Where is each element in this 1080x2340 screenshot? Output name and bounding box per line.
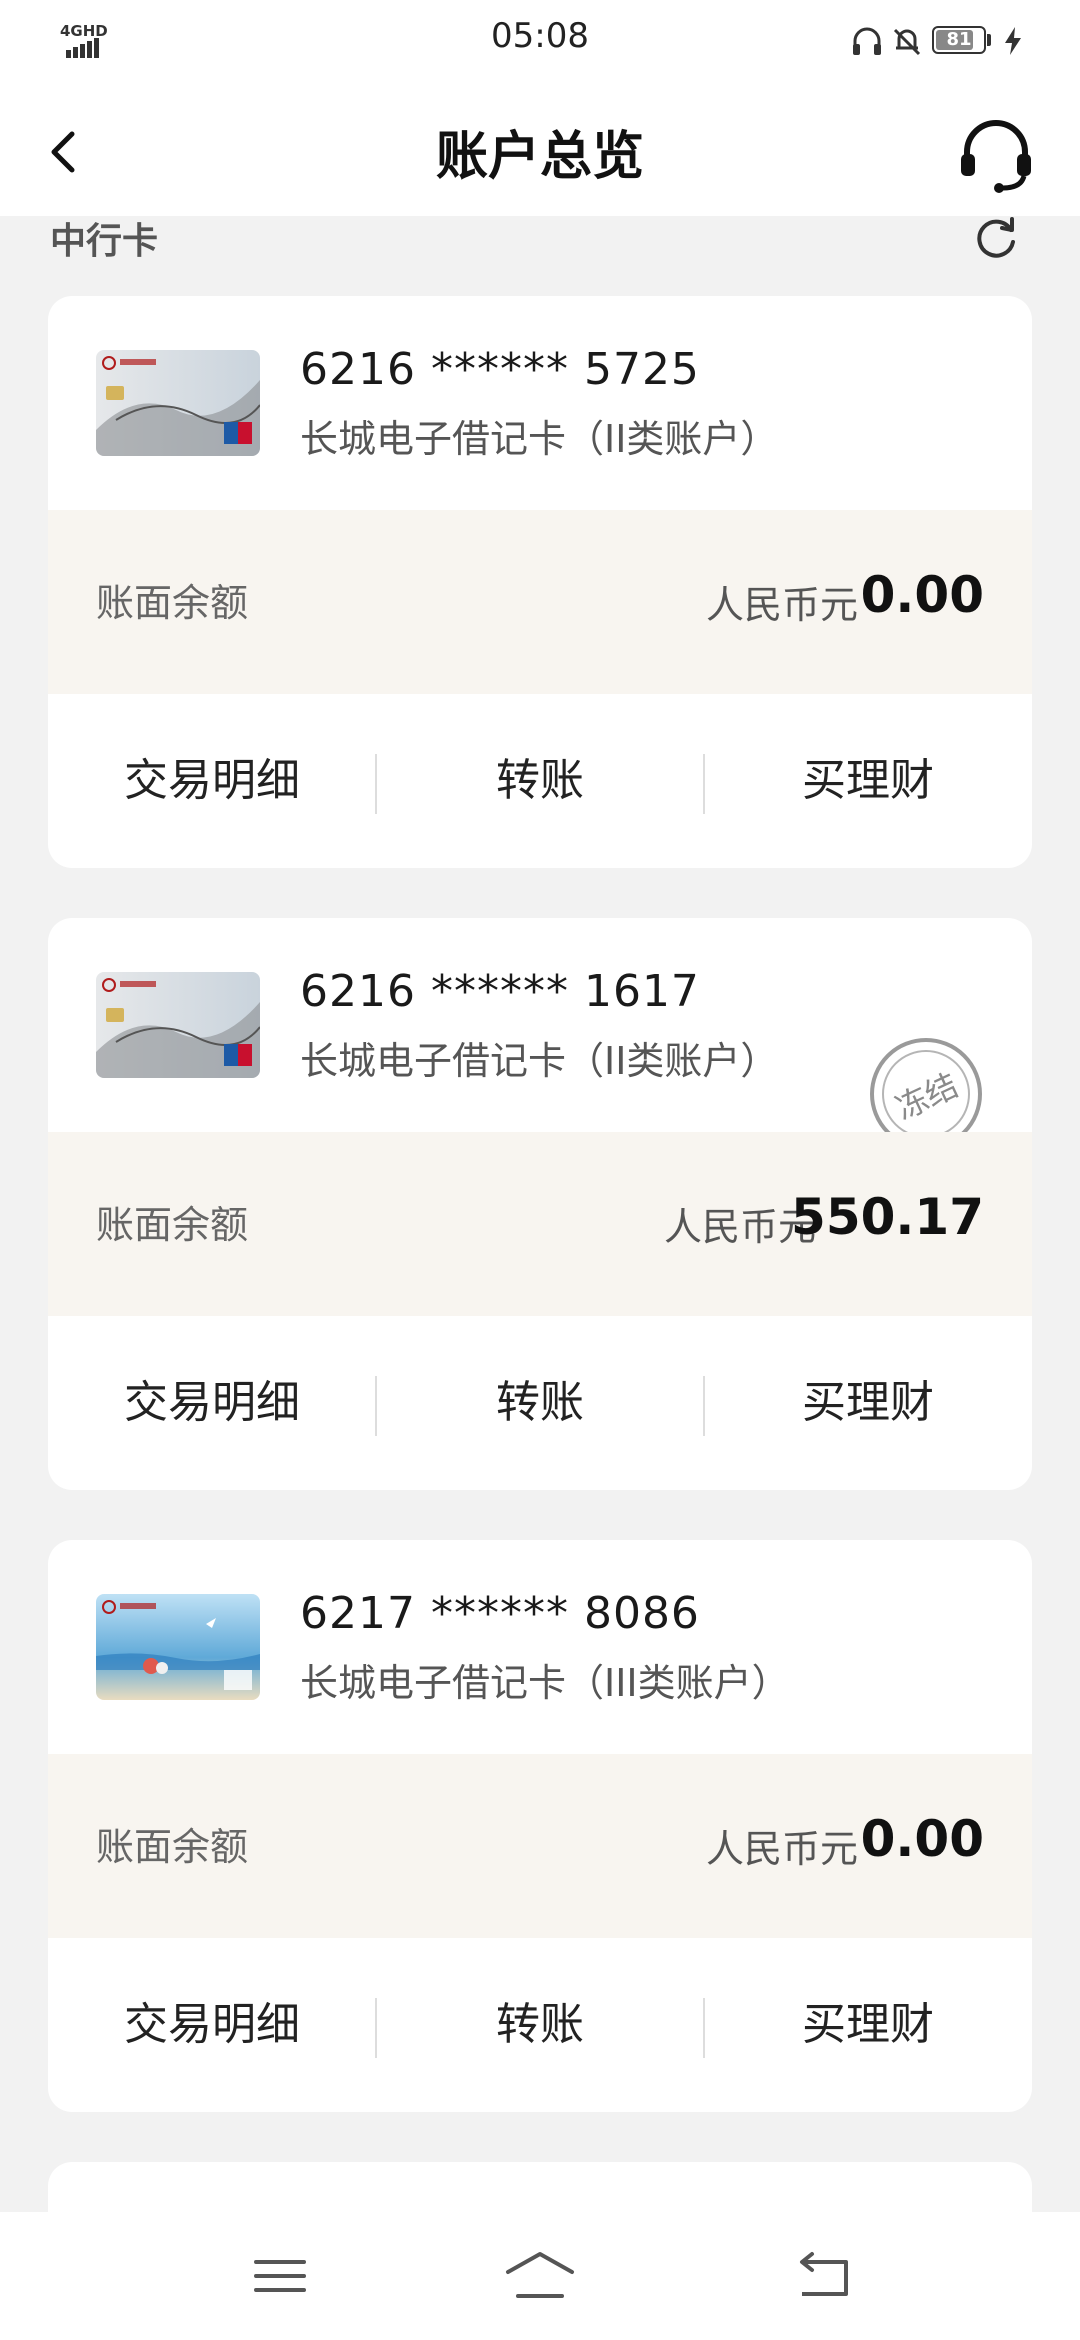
balance-row: 账面余额 人民币元 0.00 — [48, 1754, 1032, 1938]
card-image — [96, 1594, 260, 1700]
card-actions: 交易明细 转账 买理财 — [48, 694, 1032, 868]
transaction-details-button[interactable]: 交易明细 — [48, 694, 376, 868]
return-icon — [800, 2252, 848, 2296]
mute-bell-icon — [893, 28, 921, 56]
card-number: 6216 ****** 1617 — [300, 966, 700, 1017]
balance-label: 账面余额 — [96, 1203, 249, 1247]
menu-icon — [254, 2260, 306, 2292]
card-number: 6217 ****** 8086 — [300, 1588, 700, 1639]
balance-row: 账面余额 人民币元 0.00 — [48, 510, 1032, 694]
section-title: 中行卡 — [50, 221, 159, 262]
home-button[interactable] — [504, 2244, 576, 2308]
transfer-button[interactable]: 转账 — [376, 1938, 704, 2112]
card-image — [96, 972, 260, 1078]
charging-icon — [1005, 27, 1021, 55]
home-icon — [506, 2252, 574, 2298]
card-number: 6216 ****** 5725 — [300, 344, 700, 395]
balance-label: 账面余额 — [96, 581, 249, 625]
buy-wealth-button[interactable]: 买理财 — [704, 1316, 1032, 1490]
account-card[interactable]: 6216 ****** 1617 长城电子借记卡（II类账户） 冻结 账面余额 … — [48, 918, 1032, 1490]
currency-label: 人民币元 — [705, 1827, 858, 1871]
system-nav-bar — [0, 2212, 1080, 2340]
card-actions: 交易明细 转账 买理财 — [48, 1316, 1032, 1490]
status-bar: 4GHD 05:08 81 — [0, 0, 1080, 84]
transaction-details-button[interactable]: 交易明细 — [48, 1316, 376, 1490]
account-card[interactable]: 6217 ****** 8086 长城电子借记卡（III类账户） 账面余额 人民… — [48, 1540, 1032, 2112]
battery-icon: 81 — [932, 26, 986, 54]
headphones-icon — [853, 27, 881, 55]
battery-level: 81 — [946, 29, 972, 50]
menu-button[interactable] — [244, 2244, 316, 2308]
card-type: 长城电子借记卡（III类账户） — [300, 1661, 790, 1705]
buy-wealth-button[interactable]: 买理财 — [704, 694, 1032, 868]
card-actions: 交易明细 转账 买理财 — [48, 1938, 1032, 2112]
transaction-details-button[interactable]: 交易明细 — [48, 1938, 376, 2112]
headset-icon — [961, 120, 1031, 193]
status-icons: 81 — [850, 20, 1050, 64]
app-header: 账户总览 — [0, 84, 1080, 216]
balance-value: 0.00 — [860, 1810, 984, 1868]
balance-value: 0.00 — [860, 566, 984, 624]
account-card[interactable]: 6216 ****** 5725 长城电子借记卡（II类账户） 账面余额 人民币… — [48, 296, 1032, 868]
balance-row: 账面余额 人民币元 550.17 — [48, 1132, 1032, 1316]
refresh-button[interactable] — [968, 208, 1024, 264]
balance-label: 账面余额 — [96, 1825, 249, 1869]
card-image — [96, 350, 260, 456]
balance-value: 550.17 — [791, 1188, 984, 1246]
page-title: 账户总览 — [435, 127, 644, 187]
customer-service-button[interactable] — [955, 114, 1037, 196]
refresh-icon — [977, 217, 1015, 258]
return-button[interactable] — [788, 2244, 860, 2308]
transfer-button[interactable]: 转账 — [376, 694, 704, 868]
card-type: 长城电子借记卡（II类账户） — [300, 417, 779, 461]
buy-wealth-button[interactable]: 买理财 — [704, 1938, 1032, 2112]
transfer-button[interactable]: 转账 — [376, 1316, 704, 1490]
currency-label: 人民币元 — [705, 583, 858, 627]
card-type: 长城电子借记卡（II类账户） — [300, 1039, 779, 1083]
